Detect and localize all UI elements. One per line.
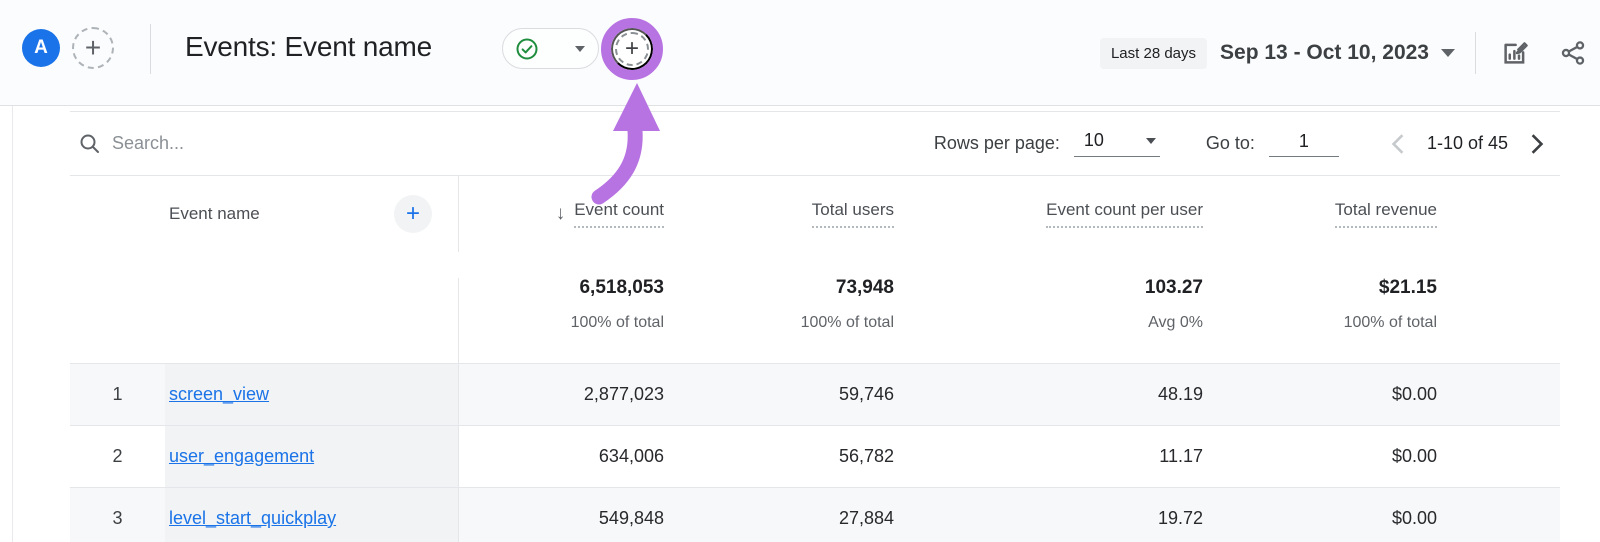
cell-total-users: 27,884 [664, 488, 894, 542]
search-icon [78, 132, 102, 156]
dropdown-arrow-icon [1146, 138, 1156, 144]
table-toolbar: Rows per page: 10 Go to: 1-10 of 45 [70, 112, 1560, 176]
row-number: 3 [70, 488, 165, 542]
table-row: 1 screen_view 2,877,023 59,746 48.19 $0.… [70, 363, 1560, 425]
customize-report-button[interactable] [1498, 36, 1532, 70]
next-page-button[interactable] [1522, 129, 1552, 159]
page-title: Events: Event name [185, 31, 432, 63]
date-range-selector[interactable]: Sep 13 - Oct 10, 2023 [1220, 41, 1429, 65]
dropdown-arrow-icon[interactable] [1441, 49, 1455, 57]
table-totals-row: 6,518,053 100% of total 73,948 100% of t… [70, 252, 1560, 363]
plus-icon: + [406, 202, 420, 226]
event-name-link[interactable]: level_start_quickplay [169, 508, 336, 529]
cell-total-users: 59,746 [664, 364, 894, 425]
previous-page-button[interactable] [1383, 129, 1413, 159]
cell-event-count: 634,006 [458, 426, 664, 487]
events-report-table: Rows per page: 10 Go to: 1-10 of 45 Even… [70, 111, 1560, 542]
pagination-range: 1-10 of 45 [1427, 133, 1508, 154]
column-header-event-name[interactable]: Event name [169, 204, 260, 224]
header-divider [1475, 32, 1476, 74]
totals-total-users: 73,948 100% of total [664, 278, 894, 363]
row-number: 1 [70, 364, 165, 425]
totals-event-count-per-user: 103.27 Avg 0% [894, 278, 1203, 363]
totals-event-count: 6,518,053 100% of total [458, 278, 664, 363]
sort-descending-icon: ↓ [556, 203, 566, 225]
rows-per-page-select[interactable]: 10 [1074, 130, 1160, 157]
column-header-event-count-per-user[interactable]: Event count per user [1046, 200, 1203, 228]
header-divider [150, 24, 151, 74]
table-row: 2 user_engagement 634,006 56,782 11.17 $… [70, 425, 1560, 487]
goto-page-input[interactable] [1269, 131, 1339, 157]
cell-total-revenue: $0.00 [1203, 488, 1437, 542]
cell-event-count: 2,877,023 [458, 364, 664, 425]
rows-per-page-label: Rows per page: [934, 133, 1060, 154]
cell-total-revenue: $0.00 [1203, 426, 1437, 487]
top-header-bar: A + Events: Event name + Last 28 days Se… [0, 0, 1600, 106]
event-name-link[interactable]: screen_view [169, 384, 269, 405]
cell-event-count-per-user: 11.17 [894, 426, 1203, 487]
plus-icon: + [615, 32, 649, 66]
column-header-total-revenue[interactable]: Total revenue [1335, 200, 1437, 228]
plus-icon: + [85, 34, 101, 62]
column-header-event-count[interactable]: Event count [574, 200, 664, 228]
totals-total-revenue: $21.15 100% of total [1203, 278, 1437, 363]
all-users-filter-pill[interactable] [502, 28, 599, 69]
cell-total-revenue: $0.00 [1203, 364, 1437, 425]
add-dimension-button[interactable]: + [394, 195, 432, 233]
table-row: 3 level_start_quickplay 549,848 27,884 1… [70, 487, 1560, 542]
cell-event-count: 549,848 [458, 488, 664, 542]
chevron-down-icon [575, 46, 585, 52]
create-new-report-button[interactable]: + [611, 28, 653, 70]
row-number-header [70, 176, 165, 252]
cell-total-users: 56,782 [664, 426, 894, 487]
event-name-link[interactable]: user_engagement [169, 446, 314, 467]
page-left-rail [12, 106, 13, 542]
date-preset-badge[interactable]: Last 28 days [1100, 38, 1207, 69]
account-avatar[interactable]: A [22, 29, 60, 67]
cell-event-count-per-user: 48.19 [894, 364, 1203, 425]
column-header-total-users[interactable]: Total users [812, 200, 894, 228]
search-input[interactable] [112, 133, 412, 154]
table-header-row: Event name + ↓ Event count Total users E… [70, 176, 1560, 252]
check-circle-icon [515, 37, 539, 61]
row-number: 2 [70, 426, 165, 487]
share-icon[interactable] [1556, 36, 1590, 70]
add-comparison-button[interactable]: + [72, 27, 114, 69]
cell-event-count-per-user: 19.72 [894, 488, 1203, 542]
goto-page-label: Go to: [1206, 133, 1255, 154]
